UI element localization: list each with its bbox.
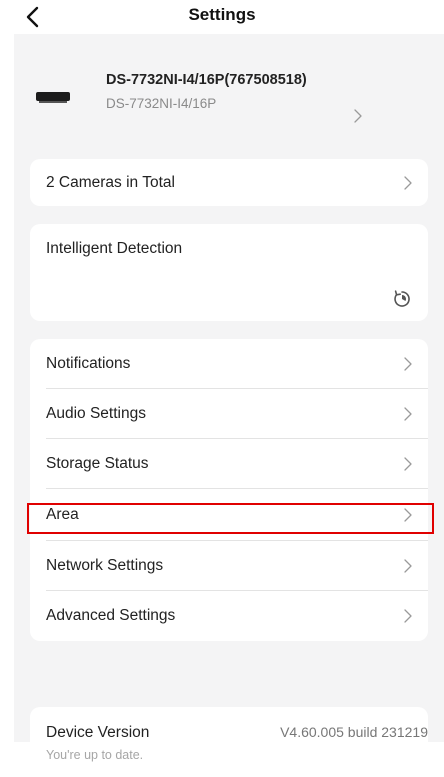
update-status-text: You're up to date.: [46, 748, 144, 762]
settings-item-network[interactable]: Network Settings: [30, 541, 428, 591]
settings-item-advanced[interactable]: Advanced Settings: [30, 591, 428, 641]
chevron-right-icon: [404, 508, 412, 522]
chevron-right-icon: [404, 559, 412, 573]
device-model: DS-7732NI-I4/16P: [106, 96, 217, 111]
cameras-total-label: 2 Cameras in Total: [46, 173, 175, 191]
settings-item-area[interactable]: Area: [30, 489, 428, 541]
settings-item-audio[interactable]: Audio Settings: [30, 389, 428, 439]
refresh-icon[interactable]: [392, 289, 412, 309]
settings-content: DS-7732NI-I4/16P(767508518) DS-7732NI-I4…: [14, 34, 444, 777]
settings-item-label: Audio Settings: [46, 405, 146, 422]
chevron-right-icon: [404, 609, 412, 623]
settings-item-storage[interactable]: Storage Status: [30, 439, 428, 489]
device-name: DS-7732NI-I4/16P(767508518): [106, 72, 307, 88]
device-info-row[interactable]: DS-7732NI-I4/16P(767508518) DS-7732NI-I4…: [14, 34, 444, 144]
settings-item-label: Advanced Settings: [46, 607, 176, 624]
device-version-value: V4.60.005 build 231219: [280, 724, 428, 740]
settings-item-notifications[interactable]: Notifications: [30, 339, 428, 389]
cameras-card: 2 Cameras in Total: [30, 159, 428, 206]
intelligent-detection-title: Intelligent Detection: [46, 240, 183, 257]
settings-item-label: Notifications: [46, 355, 131, 372]
chevron-right-icon: [404, 175, 412, 190]
device-thumbnail: [36, 92, 70, 103]
chevron-right-icon: [404, 407, 412, 421]
chevron-right-icon: [404, 457, 412, 471]
settings-list-card: Notifications Audio Settings Storage Sta…: [30, 339, 428, 641]
intelligent-detection-card: Intelligent Detection: [30, 224, 428, 321]
device-version-card[interactable]: Device Version V4.60.005 build 231219 Yo…: [30, 707, 428, 777]
chevron-right-icon: [354, 109, 362, 123]
navigation-header: Settings: [0, 0, 444, 34]
page-title: Settings: [188, 5, 256, 24]
chevron-right-icon: [404, 357, 412, 371]
settings-item-label: Area: [46, 506, 79, 523]
settings-item-label: Network Settings: [46, 557, 164, 574]
device-version-label: Device Version: [46, 724, 150, 741]
settings-item-label: Storage Status: [46, 455, 149, 472]
cameras-total-row[interactable]: 2 Cameras in Total: [30, 159, 428, 206]
